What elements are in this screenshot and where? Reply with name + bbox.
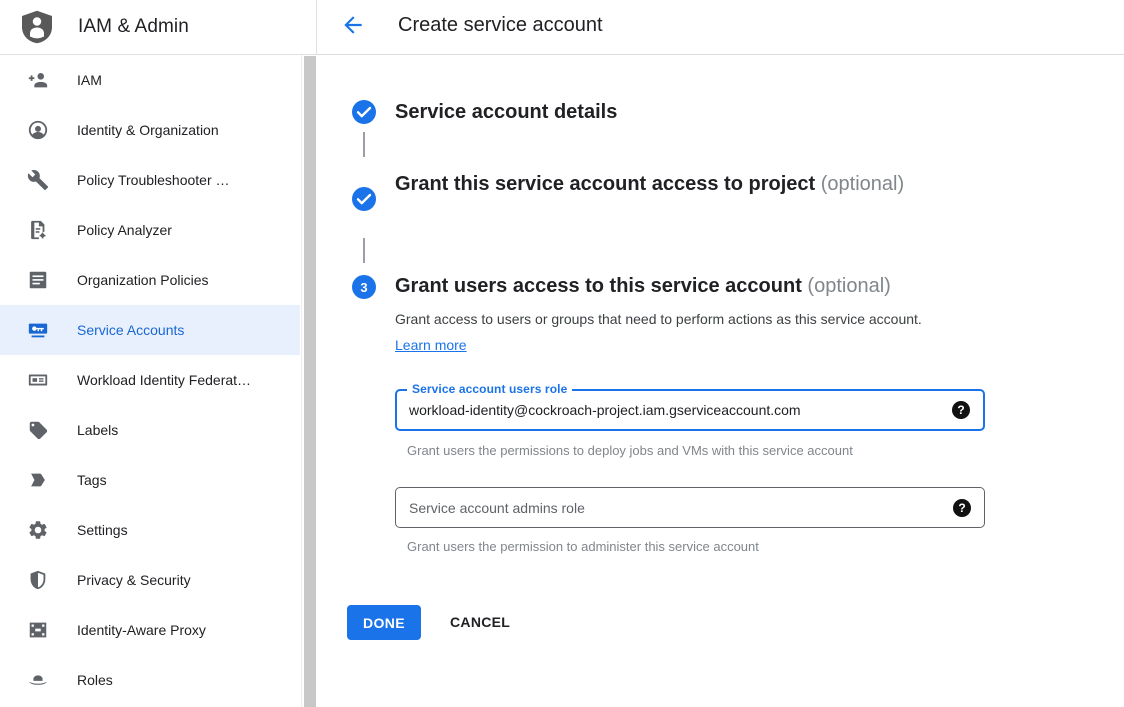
sidebar-item-labels[interactable]: Labels	[0, 405, 300, 455]
sidebar-scrollbar-thumb[interactable]	[304, 56, 316, 707]
admins-role-input[interactable]	[409, 488, 929, 527]
step1-complete-check-icon	[352, 100, 376, 124]
sidebar-item-identity-aware-proxy[interactable]: Identity-Aware Proxy	[0, 605, 300, 655]
admins-role-helper-text: Grant users the permission to administer…	[407, 539, 759, 554]
hat-icon	[26, 668, 50, 692]
sidebar-item-label: Policy Troubleshooter …	[77, 172, 230, 188]
learn-more-link[interactable]: Learn more	[395, 337, 467, 353]
gear-icon	[26, 518, 50, 542]
admins-role-help-icon[interactable]: ?	[953, 499, 971, 517]
step2-title: Grant this service account access to pro…	[395, 168, 915, 201]
sidebar: IAM & Admin IAM Identity & Organization	[0, 0, 317, 707]
create-service-account-form: Service account details Grant this servi…	[317, 55, 1124, 707]
sidebar-item-roles[interactable]: Roles	[0, 655, 300, 705]
sidebar-item-label: Service Accounts	[77, 322, 184, 338]
step3-title: Grant users access to this service accou…	[395, 273, 891, 300]
users-role-field-container: Service account users role ?	[395, 389, 985, 431]
sidebar-item-workload-identity-federation[interactable]: Workload Identity Federat…	[0, 355, 300, 405]
step3-optional-label: (optional)	[807, 275, 890, 297]
sidebar-item-label: Identity-Aware Proxy	[77, 622, 206, 638]
sidebar-item-label: IAM	[77, 72, 102, 88]
sidebar-item-label: Privacy & Security	[77, 572, 191, 588]
sidebar-item-iam[interactable]: IAM	[0, 55, 300, 105]
sidebar-nav: IAM Identity & Organization Policy Troub…	[0, 55, 300, 705]
users-role-help-icon[interactable]: ?	[952, 401, 970, 419]
proxy-icon	[26, 618, 50, 642]
step3-description: Grant access to users or groups that nee…	[395, 307, 951, 358]
policy-analyzer-icon	[26, 218, 50, 242]
step-connector	[363, 238, 365, 263]
service-account-icon	[26, 318, 50, 342]
sidebar-item-label: Roles	[77, 672, 113, 688]
sidebar-item-privacy-security[interactable]: Privacy & Security	[0, 555, 300, 605]
step3-number-badge: 3	[352, 275, 376, 299]
step2-optional-label: (optional)	[821, 173, 904, 195]
cancel-button[interactable]: CANCEL	[450, 605, 510, 640]
main-panel: Create service account Service account d…	[317, 0, 1124, 707]
sidebar-item-label: Labels	[77, 422, 118, 438]
shield-half-icon	[26, 568, 50, 592]
users-role-helper-text: Grant users the permissions to deploy jo…	[407, 443, 853, 458]
id-card-icon	[26, 368, 50, 392]
step2-complete-check-icon	[352, 187, 376, 211]
person-add-icon	[26, 68, 50, 92]
sidebar-item-settings[interactable]: Settings	[0, 505, 300, 555]
sidebar-item-policy-troubleshooter[interactable]: Policy Troubleshooter …	[0, 155, 300, 205]
sidebar-item-policy-analyzer[interactable]: Policy Analyzer	[0, 205, 300, 255]
step3-description-text: Grant access to users or groups that nee…	[395, 311, 922, 327]
label-tag-icon	[26, 418, 50, 442]
wrench-icon	[26, 168, 50, 192]
sidebar-item-label: Tags	[77, 472, 107, 488]
step1-title: Service account details	[395, 99, 617, 126]
sidebar-item-identity-organization[interactable]: Identity & Organization	[0, 105, 300, 155]
sidebar-item-label: Organization Policies	[77, 272, 209, 288]
tag-arrow-icon	[26, 468, 50, 492]
page-title: Create service account	[398, 14, 603, 37]
sidebar-item-organization-policies[interactable]: Organization Policies	[0, 255, 300, 305]
back-arrow-icon[interactable]	[340, 12, 366, 38]
iam-shield-icon	[22, 10, 52, 44]
step2-title-text: Grant this service account access to pro…	[395, 173, 815, 195]
sidebar-item-label: Policy Analyzer	[77, 222, 172, 238]
page-header: Create service account	[317, 0, 1124, 55]
step-connector	[363, 132, 365, 157]
sidebar-item-tags[interactable]: Tags	[0, 455, 300, 505]
done-button[interactable]: DONE	[347, 605, 421, 640]
section-title: IAM & Admin	[78, 16, 189, 38]
sidebar-header: IAM & Admin	[0, 0, 317, 55]
step3-title-text: Grant users access to this service accou…	[395, 275, 802, 297]
document-lines-icon	[26, 268, 50, 292]
sidebar-scrollbar	[301, 55, 317, 707]
admins-role-field-container: ?	[395, 487, 985, 528]
step3-number: 3	[360, 280, 367, 295]
sidebar-item-label: Workload Identity Federat…	[77, 372, 251, 388]
sidebar-item-service-accounts[interactable]: Service Accounts	[0, 305, 300, 355]
iam-admin-console: IAM & Admin IAM Identity & Organization	[0, 0, 1124, 707]
account-circle-icon	[26, 118, 50, 142]
users-role-input[interactable]	[409, 391, 929, 429]
sidebar-item-label: Identity & Organization	[77, 122, 219, 138]
sidebar-item-label: Settings	[77, 522, 128, 538]
